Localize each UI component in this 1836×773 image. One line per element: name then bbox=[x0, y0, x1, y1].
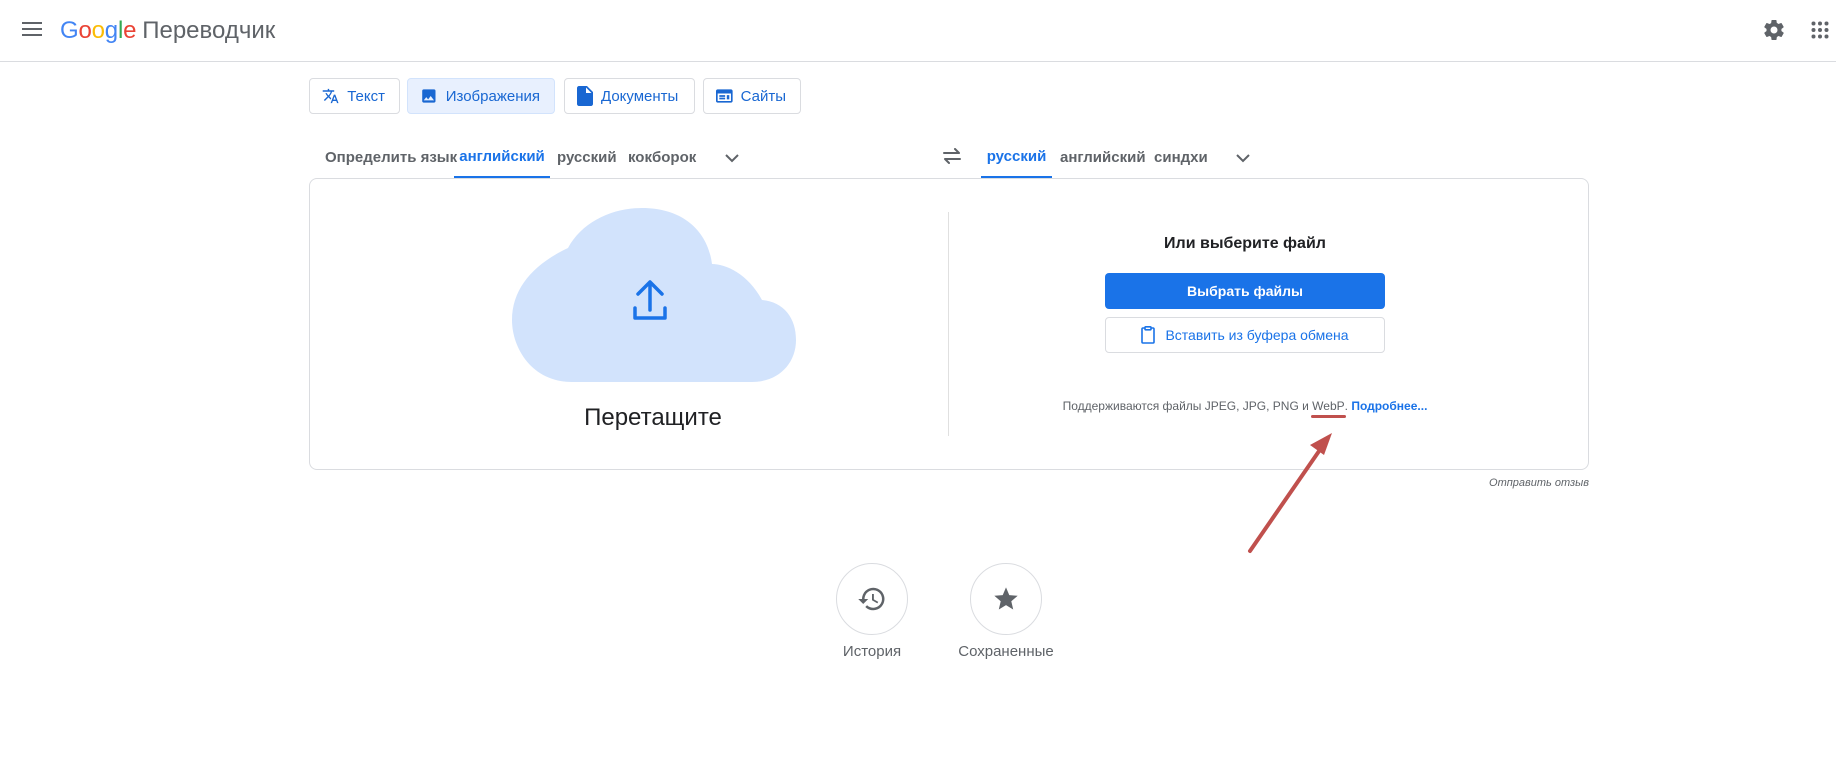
target-lang-more-button[interactable] bbox=[1227, 142, 1259, 174]
choose-files-button[interactable]: Выбрать файлы bbox=[1105, 273, 1385, 309]
image-icon bbox=[422, 89, 436, 103]
google-logo-text: Google bbox=[60, 17, 137, 44]
apps-grid-icon bbox=[1811, 21, 1829, 39]
hamburger-menu-icon bbox=[22, 22, 42, 36]
lang-label: синдхи bbox=[1154, 148, 1208, 166]
annotation-arrow bbox=[1248, 433, 1332, 553]
google-translate-logo[interactable]: Google Переводчик bbox=[60, 16, 275, 46]
lang-label: Определить язык bbox=[325, 148, 458, 166]
target-lang-english[interactable]: английский bbox=[1052, 136, 1154, 178]
lang-label: кокборок bbox=[628, 148, 697, 166]
product-name: Переводчик bbox=[142, 17, 276, 44]
swap-arrows-icon bbox=[943, 148, 961, 164]
target-lang-sindhi[interactable]: синдхи bbox=[1146, 136, 1216, 178]
chevron-down-icon bbox=[1236, 153, 1250, 162]
saved-button[interactable] bbox=[970, 563, 1042, 635]
tab-websites[interactable]: Сайты bbox=[703, 78, 801, 114]
drop-zone[interactable] bbox=[512, 208, 796, 382]
card-divider bbox=[948, 212, 949, 436]
supported-formats-text: Поддерживаются файлы JPEG, JPG, PNG и We… bbox=[1000, 399, 1490, 413]
swap-languages-button[interactable] bbox=[934, 138, 970, 174]
settings-button[interactable] bbox=[1758, 14, 1790, 46]
star-icon bbox=[994, 587, 1018, 610]
chevron-down-icon bbox=[725, 153, 739, 162]
lang-label: русский bbox=[557, 148, 617, 166]
tab-images[interactable]: Изображения bbox=[407, 78, 555, 114]
paste-from-clipboard-button[interactable]: Вставить из буфера обмена bbox=[1105, 317, 1385, 353]
source-lang-detect[interactable]: Определить язык bbox=[317, 136, 465, 178]
translate-icon bbox=[322, 88, 339, 104]
gear-icon bbox=[1764, 20, 1784, 41]
webp-format: WebP bbox=[1312, 399, 1345, 413]
choose-file-title: Или выберите файл bbox=[1164, 235, 1326, 252]
website-icon bbox=[716, 89, 733, 103]
lang-label: английский bbox=[1060, 148, 1146, 166]
document-icon bbox=[577, 86, 593, 106]
top-bar: Google Переводчик bbox=[0, 0, 1836, 62]
target-lang-russian[interactable]: русский bbox=[981, 136, 1052, 178]
drag-drop-label: Перетащите bbox=[584, 404, 722, 431]
tab-websites-label: Сайты bbox=[740, 87, 786, 105]
saved-label: Сохраненные bbox=[958, 643, 1054, 660]
learn-more-link[interactable]: Подробнее... bbox=[1351, 399, 1427, 413]
source-lang-english[interactable]: английский bbox=[454, 136, 550, 178]
history-button[interactable] bbox=[836, 563, 908, 635]
lang-label: русский bbox=[986, 147, 1047, 165]
google-apps-button[interactable] bbox=[1804, 14, 1836, 46]
cloud-upload-icon bbox=[512, 208, 796, 382]
main-menu-button[interactable] bbox=[16, 13, 48, 45]
history-icon bbox=[858, 587, 885, 611]
paste-label: Вставить из буфера обмена bbox=[1165, 327, 1349, 343]
tab-text[interactable]: Текст bbox=[309, 78, 400, 114]
clipboard-icon bbox=[1141, 326, 1156, 344]
source-lang-kokborok[interactable]: кокборок bbox=[620, 136, 704, 178]
source-lang-russian[interactable]: русский bbox=[549, 136, 625, 178]
lang-label: английский bbox=[459, 147, 545, 165]
supported-suffix: . bbox=[1344, 399, 1348, 413]
tab-documents-label: Документы bbox=[601, 87, 679, 105]
tab-text-label: Текст bbox=[347, 87, 385, 105]
supported-prefix: Поддерживаются файлы JPEG, JPG, PNG и bbox=[1062, 399, 1313, 413]
history-label: История bbox=[842, 643, 902, 660]
tab-documents[interactable]: Документы bbox=[564, 78, 695, 114]
source-lang-more-button[interactable] bbox=[716, 142, 748, 174]
send-feedback-link[interactable]: Отправить отзыв bbox=[1400, 477, 1589, 489]
tab-images-label: Изображения bbox=[445, 87, 540, 105]
